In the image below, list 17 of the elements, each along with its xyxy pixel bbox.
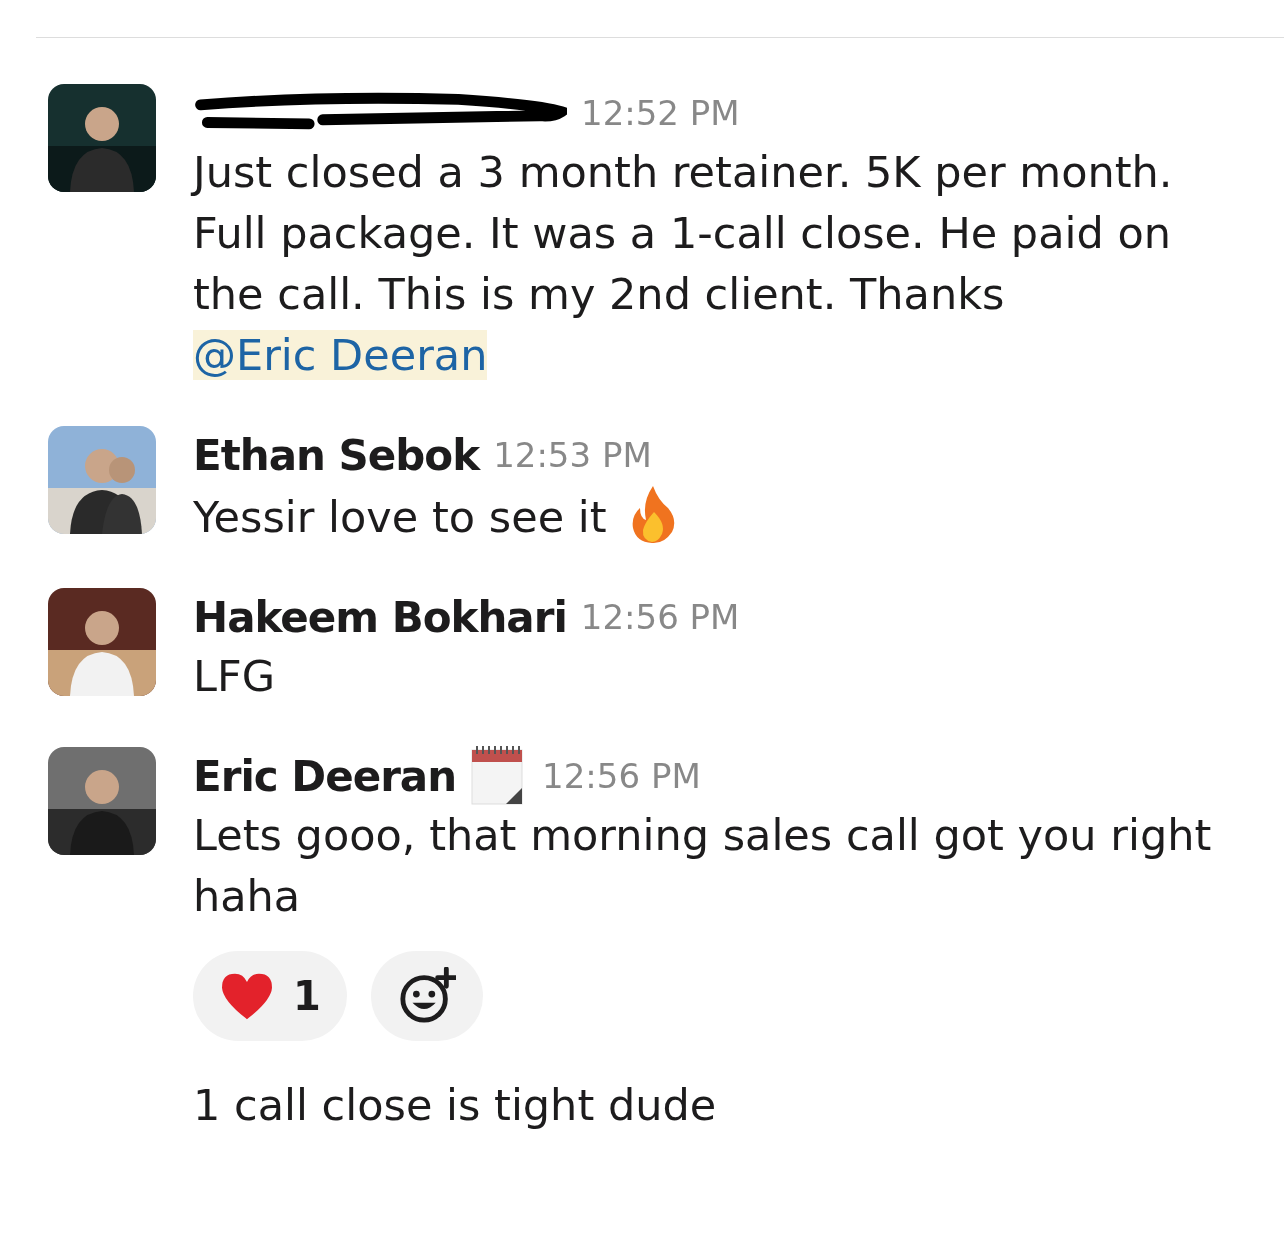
timestamp[interactable]: 12:53 PM <box>493 435 652 475</box>
add-emoji-icon <box>397 967 456 1025</box>
message-text: LFG <box>193 650 276 703</box>
mention-link[interactable]: @Eric <box>193 330 331 380</box>
timestamp[interactable]: 12:56 PM <box>580 597 740 637</box>
heart-icon <box>219 971 275 1021</box>
timestamp[interactable]: 12:56 PM <box>542 756 701 796</box>
author-name[interactable]: Eric Deeran <box>193 751 457 801</box>
reaction-button[interactable]: 1 <box>193 951 347 1041</box>
message-text: 1 call close is tight dude <box>193 1079 718 1132</box>
mention-link[interactable]: Deeran <box>330 330 488 380</box>
author-name[interactable]: Ethan Sebok <box>193 430 480 480</box>
message-text: Lets gooo, that morning sales call got you right haha <box>193 809 1213 923</box>
message-text: Yessir love to see it <box>193 484 1238 548</box>
timestamp[interactable]: 12:52 PM <box>581 93 740 133</box>
calendar-icon <box>470 746 525 806</box>
author-name[interactable]: Hakeem Bokhari <box>193 592 567 642</box>
